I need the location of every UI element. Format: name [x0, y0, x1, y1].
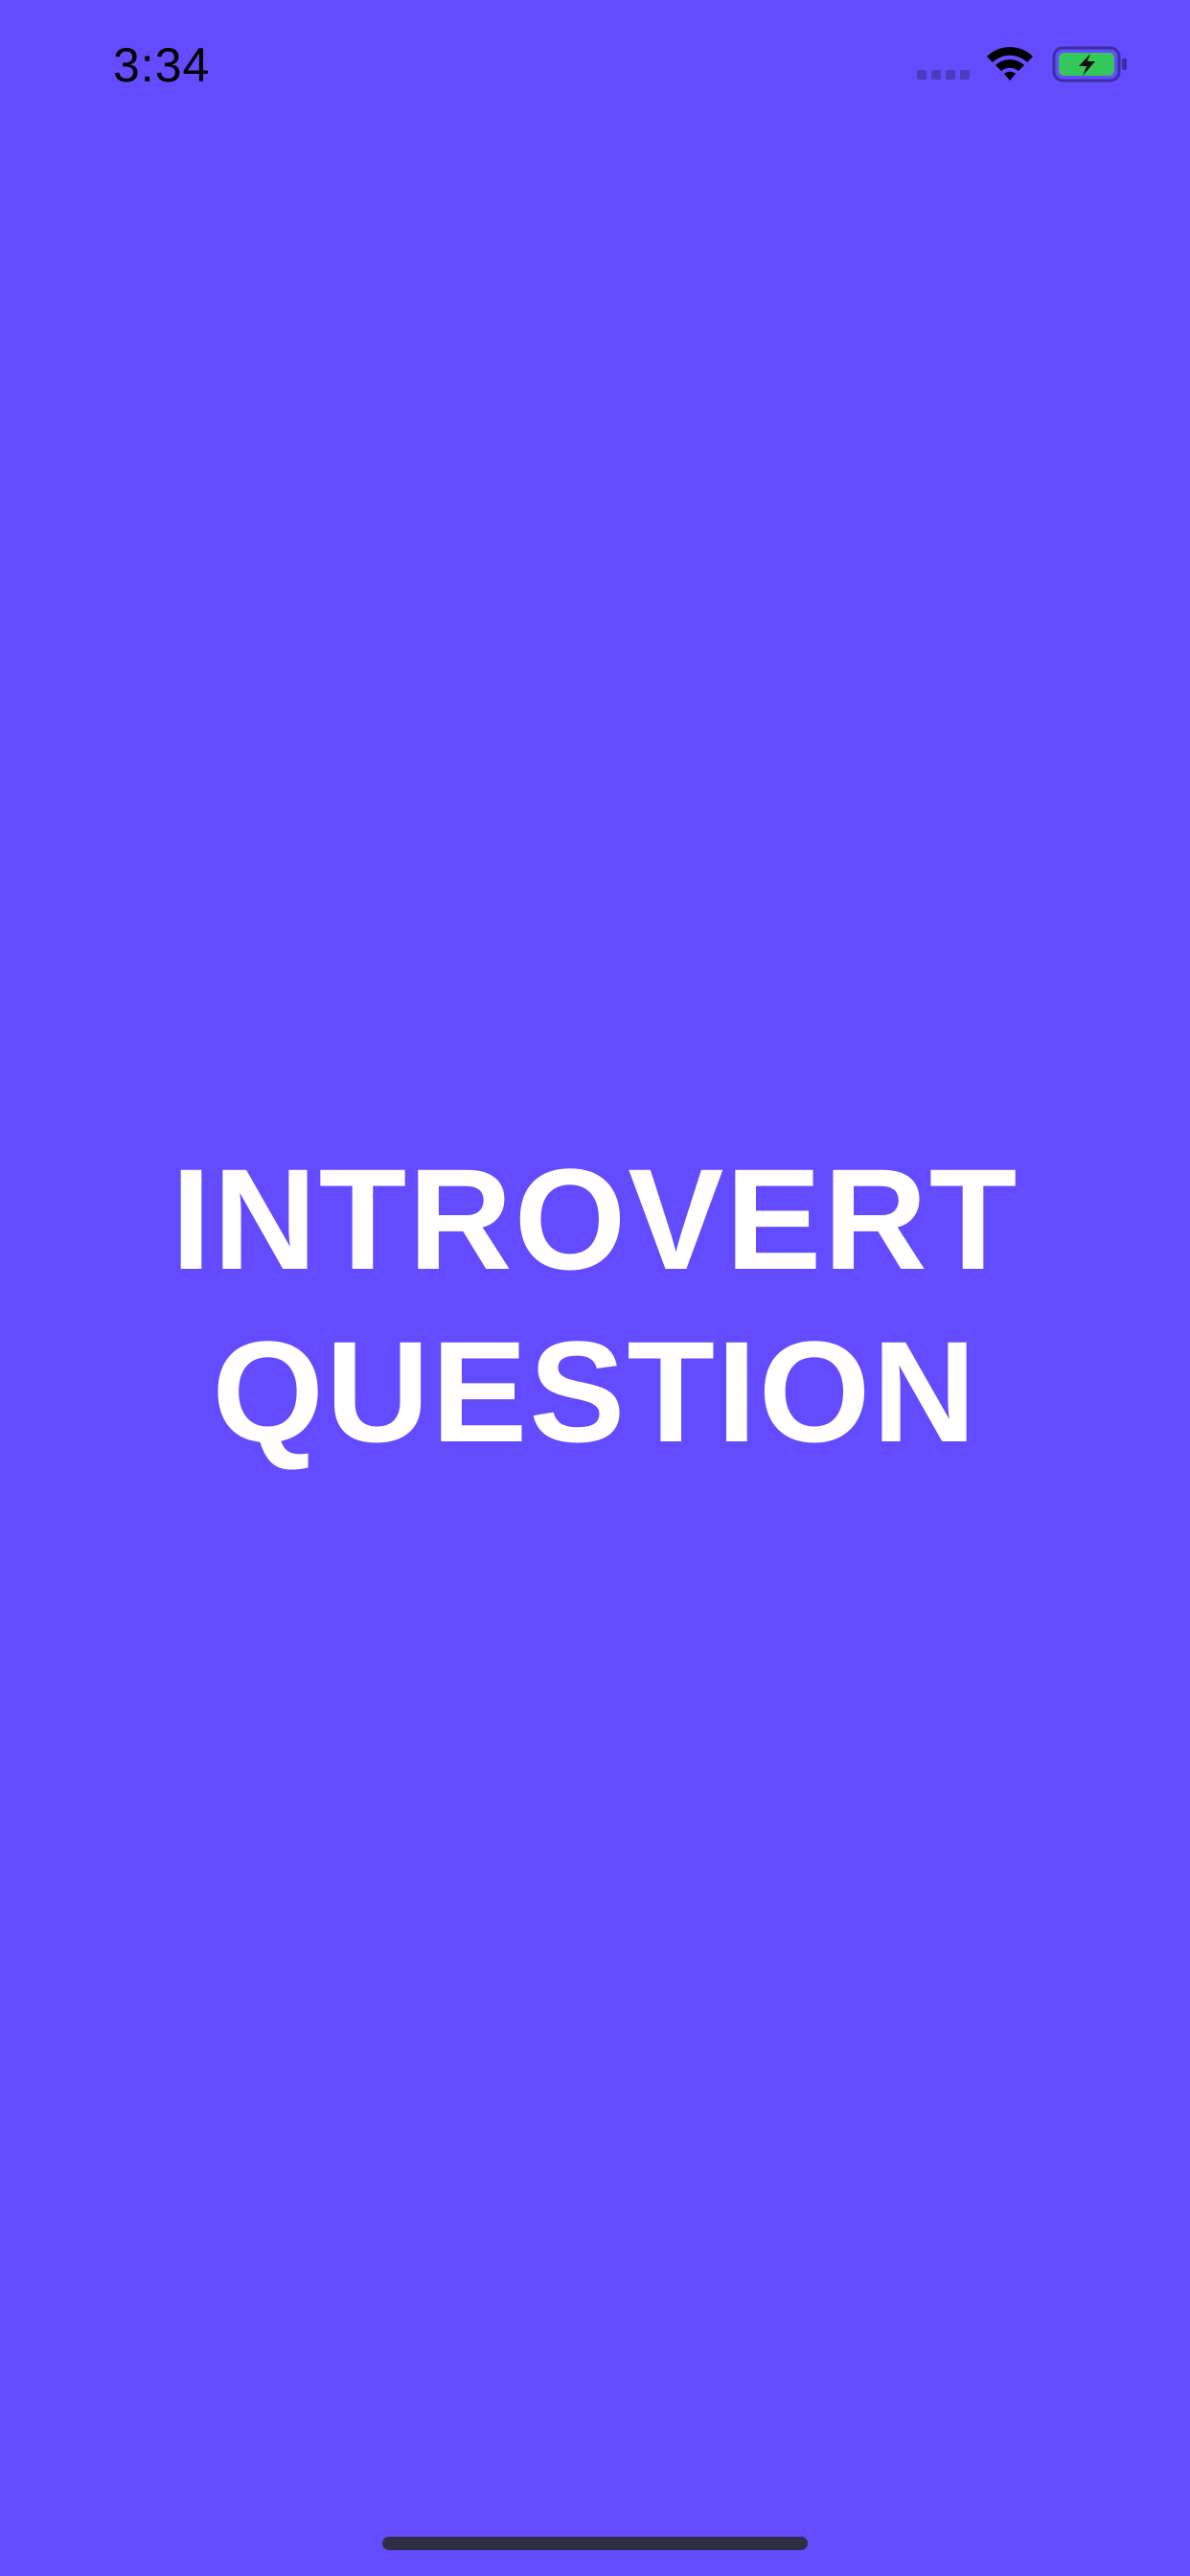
home-indicator[interactable]: [382, 2537, 808, 2550]
wifi-icon: [987, 47, 1033, 80]
status-bar: 3:34: [0, 0, 1190, 134]
app-title: INTROVERT QUESTION: [0, 1133, 1190, 1478]
app-title-line-1: INTROVERT: [171, 1138, 1019, 1300]
cellular-signal-icon: [917, 70, 971, 81]
app-title-line-2: QUESTION: [212, 1311, 978, 1472]
battery-charging-icon: [1052, 46, 1127, 82]
splash-screen: 3:34 INTROVERT QUESTION: [0, 0, 1190, 2576]
status-time: 3:34: [113, 38, 211, 92]
